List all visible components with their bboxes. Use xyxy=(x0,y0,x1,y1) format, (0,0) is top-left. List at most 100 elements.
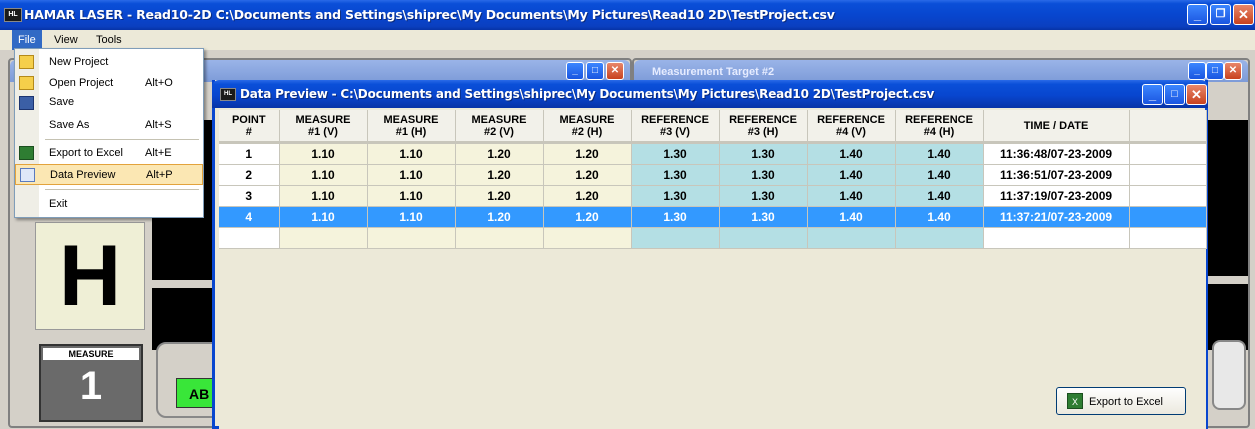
table-cell[interactable]: 1.10 xyxy=(279,142,368,165)
table-cell[interactable]: 1.20 xyxy=(543,164,632,186)
table-cell[interactable]: 1.10 xyxy=(367,164,456,186)
table-cell-empty[interactable] xyxy=(719,227,808,249)
table-cell-empty[interactable] xyxy=(807,227,896,249)
column-header[interactable]: REFERENCE #4 (V) xyxy=(807,110,896,144)
table-cell[interactable]: 1.30 xyxy=(631,164,720,186)
menu-item-exit[interactable]: Exit xyxy=(15,194,203,215)
column-header-line2: #2 (V) xyxy=(484,125,514,138)
column-header-filler xyxy=(1129,110,1207,144)
menu-item-save[interactable]: Save xyxy=(15,94,203,112)
table-cell[interactable]: 1.20 xyxy=(543,185,632,207)
table-cell[interactable]: 2 xyxy=(219,164,280,186)
table-cell-empty[interactable] xyxy=(895,227,984,249)
column-header-time-date[interactable]: TIME / DATE xyxy=(983,110,1130,144)
table-row[interactable]: 2 1.10 1.10 1.20 1.20 1.30 1.30 1.40 1.40 11:36:5… xyxy=(219,164,1207,186)
table-cell[interactable]: 1.40 xyxy=(895,206,984,228)
table-cell[interactable]: 1.10 xyxy=(367,142,456,165)
table-cell[interactable]: 1.20 xyxy=(543,142,632,165)
minimize-icon[interactable]: _ xyxy=(1187,4,1208,25)
dialog-title-bar[interactable]: HL Data Preview - C:\Documents and Setti… xyxy=(212,80,1208,108)
app-title-bar[interactable]: HL HAMAR LASER - Read10-2D C:\Documents … xyxy=(0,0,1255,30)
table-cell[interactable]: 1.10 xyxy=(279,206,368,228)
menu-item-open-project[interactable]: Open Project Alt+O xyxy=(15,73,203,94)
menu-tools[interactable]: Tools xyxy=(90,30,128,50)
table-cell[interactable]: 1.20 xyxy=(455,206,544,228)
table-cell[interactable]: 11:36:51/07-23-2009 xyxy=(983,164,1130,186)
column-header-line1: MEASURE xyxy=(383,113,439,126)
table-cell[interactable]: 1.40 xyxy=(807,142,896,165)
column-header[interactable]: POINT # xyxy=(219,110,280,144)
table-cell-empty[interactable] xyxy=(983,227,1130,249)
table-cell[interactable]: 4 xyxy=(219,206,280,228)
maximize-icon[interactable]: □ xyxy=(586,62,604,80)
table-cell[interactable]: 1.20 xyxy=(455,164,544,186)
column-header-line1: REFERENCE xyxy=(729,113,797,126)
table-cell[interactable]: 1.10 xyxy=(279,185,368,207)
menu-item-new-project[interactable]: New Project xyxy=(15,52,203,73)
table-cell[interactable]: 1.40 xyxy=(895,164,984,186)
menu-item-label: Open Project xyxy=(49,77,114,89)
data-table: POINT # MEASURE #1 (V) MEASURE #1 (H) MEASU… xyxy=(219,110,1207,249)
minimize-icon[interactable]: _ xyxy=(1142,84,1163,105)
minimize-icon[interactable]: _ xyxy=(566,62,584,80)
table-cell[interactable]: 1.30 xyxy=(719,164,808,186)
table-cell[interactable]: 1.30 xyxy=(719,206,808,228)
maximize-icon[interactable]: □ xyxy=(1206,62,1224,80)
menu-item-export-excel[interactable]: Export to Excel Alt+E xyxy=(15,143,203,164)
table-cell[interactable]: 11:37:21/07-23-2009 xyxy=(983,206,1130,228)
table-cell[interactable]: 1.10 xyxy=(367,206,456,228)
menu-file[interactable]: File xyxy=(12,30,42,50)
table-cell[interactable]: 11:36:48/07-23-2009 xyxy=(983,142,1130,165)
table-cell[interactable]: 1.40 xyxy=(807,185,896,207)
table-cell[interactable]: 1.20 xyxy=(455,142,544,165)
table-cell[interactable]: 1.30 xyxy=(631,206,720,228)
table-row[interactable]: 1 1.10 1.10 1.20 1.20 1.30 1.30 1.40 1.40 11:36:4… xyxy=(219,142,1207,165)
restore-icon[interactable]: ❐ xyxy=(1210,4,1231,25)
table-cell-empty[interactable] xyxy=(543,227,632,249)
table-cell-empty[interactable] xyxy=(367,227,456,249)
table-cell-empty[interactable] xyxy=(631,227,720,249)
table-row-empty[interactable] xyxy=(219,227,1207,249)
table-cell[interactable]: 1.20 xyxy=(455,185,544,207)
table-cell[interactable]: 1.40 xyxy=(807,164,896,186)
column-header[interactable]: MEASURE #1 (V) xyxy=(279,110,368,144)
table-cell[interactable]: 1.10 xyxy=(279,164,368,186)
table-cell[interactable]: 11:37:19/07-23-2009 xyxy=(983,185,1130,207)
column-header[interactable]: REFERENCE #3 (H) xyxy=(719,110,808,144)
table-cell[interactable]: 3 xyxy=(219,185,280,207)
maximize-icon[interactable]: □ xyxy=(1164,84,1185,105)
table-cell-empty[interactable] xyxy=(279,227,368,249)
table-cell[interactable]: 1.30 xyxy=(719,142,808,165)
table-cell[interactable]: 1 xyxy=(219,142,280,165)
minimize-icon[interactable]: _ xyxy=(1188,62,1206,80)
close-icon[interactable]: ✕ xyxy=(1186,84,1207,105)
close-icon[interactable]: ✕ xyxy=(1233,4,1254,25)
menu-item-save-as[interactable]: Save As Alt+S xyxy=(15,115,203,136)
table-cell-empty[interactable] xyxy=(455,227,544,249)
close-icon[interactable]: ✕ xyxy=(606,62,624,80)
table-cell[interactable]: 1.30 xyxy=(631,185,720,207)
table-cell[interactable]: 1.20 xyxy=(543,206,632,228)
table-cell[interactable]: 1.10 xyxy=(367,185,456,207)
app-logo-icon: HL xyxy=(4,8,22,22)
table-cell[interactable]: 1.40 xyxy=(895,142,984,165)
table-cell[interactable]: 1.40 xyxy=(895,185,984,207)
column-header[interactable]: REFERENCE #4 (H) xyxy=(895,110,984,144)
table-row[interactable]: 4 1.10 1.10 1.20 1.20 1.30 1.30 1.40 1.40 11:37:2… xyxy=(219,206,1207,228)
table-cell-empty[interactable] xyxy=(219,227,280,249)
menu-item-data-preview[interactable]: Data Preview Alt+P xyxy=(15,164,203,185)
close-icon[interactable]: ✕ xyxy=(1224,62,1242,80)
table-cell[interactable]: 1.30 xyxy=(719,185,808,207)
column-header-line1: MEASURE xyxy=(559,113,615,126)
table-row[interactable]: 3 1.10 1.10 1.20 1.20 1.30 1.30 1.40 1.40 11:37:1… xyxy=(219,185,1207,207)
column-header[interactable]: MEASURE #2 (H) xyxy=(543,110,632,144)
table-cell[interactable]: 1.30 xyxy=(631,142,720,165)
column-header[interactable]: MEASURE #2 (V) xyxy=(455,110,544,144)
export-to-excel-button[interactable]: X Export to Excel xyxy=(1056,387,1186,415)
table-cell[interactable]: 1.40 xyxy=(807,206,896,228)
menu-item-shortcut: Alt+P xyxy=(146,169,173,181)
readout-display xyxy=(1208,120,1248,276)
column-header[interactable]: REFERENCE #3 (V) xyxy=(631,110,720,144)
menu-view[interactable]: View xyxy=(48,30,84,50)
column-header[interactable]: MEASURE #1 (H) xyxy=(367,110,456,144)
